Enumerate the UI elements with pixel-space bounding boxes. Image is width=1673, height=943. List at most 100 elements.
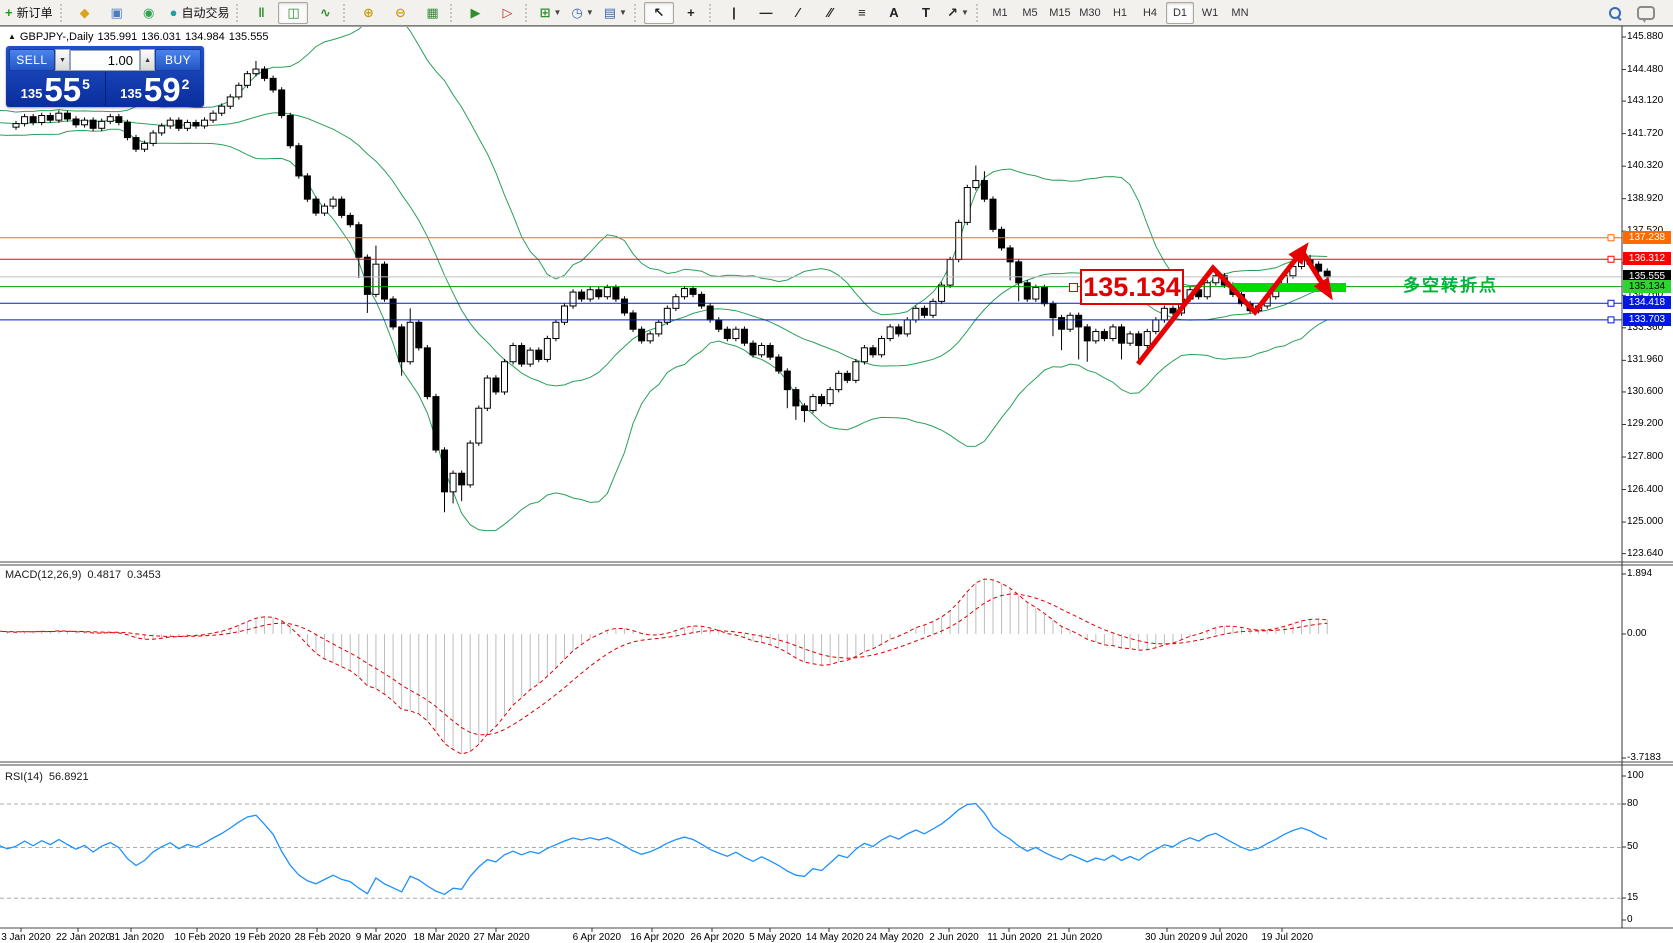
- time-axis-label[interactable]: 18 Mar 2020: [414, 932, 470, 943]
- candle-body: [699, 294, 705, 306]
- time-axis-label[interactable]: 26 Apr 2020: [690, 932, 744, 943]
- time-axis-label[interactable]: 14 May 2020: [806, 932, 864, 943]
- price-line-axis-label[interactable]: 136.312: [1623, 252, 1671, 265]
- price-axis-tick-label: 130.600: [1627, 386, 1663, 397]
- candle-body: [364, 257, 370, 294]
- candle-body: [801, 406, 807, 411]
- buy-button[interactable]: BUY: [155, 49, 201, 71]
- chart-canvas[interactable]: [0, 0, 1673, 943]
- candle-body: [150, 133, 156, 143]
- candle-body: [124, 122, 130, 137]
- candle-body: [973, 181, 979, 188]
- candle-body: [879, 339, 885, 355]
- time-axis-label[interactable]: 22 Jan 2020: [56, 932, 111, 943]
- candle-body: [956, 222, 962, 259]
- candle-body: [1204, 283, 1210, 297]
- candle-body: [827, 390, 833, 404]
- volume-increase-button[interactable]: ▲: [140, 49, 155, 71]
- candle-body: [1007, 248, 1013, 262]
- time-axis-label[interactable]: 19 Jul 2020: [1261, 932, 1313, 943]
- price-line-axis-label[interactable]: 137.238: [1623, 231, 1671, 244]
- line-drag-handle[interactable]: [1608, 317, 1614, 323]
- volume-decrease-button[interactable]: ▼: [55, 49, 70, 71]
- time-axis-label[interactable]: 27 Mar 2020: [474, 932, 530, 943]
- time-axis-label[interactable]: 10 Feb 2020: [175, 932, 231, 943]
- candle-body: [313, 199, 319, 213]
- candle-body: [836, 373, 842, 389]
- time-axis-label[interactable]: 9 Jul 2020: [1202, 932, 1248, 943]
- candle-body: [270, 78, 276, 90]
- candle-body: [73, 119, 79, 125]
- sell-price-point: 5: [82, 76, 90, 92]
- macd-axis-label: 1.894: [1627, 568, 1652, 579]
- time-axis-label[interactable]: 16 Apr 2020: [630, 932, 684, 943]
- turning-point-annotation[interactable]: 多空转折点: [1403, 271, 1498, 296]
- candle-body: [484, 378, 490, 408]
- candle-body: [467, 443, 473, 485]
- volume-input[interactable]: [70, 50, 140, 71]
- price-callout-label[interactable]: 135.134: [1080, 269, 1184, 305]
- one-click-trading-panel: SELL ▼ ▲ BUY 135 55 5 135 59 2: [6, 46, 204, 107]
- symbol-period-label: GBPJPY-,Daily: [20, 31, 94, 43]
- time-axis-label[interactable]: 28 Feb 2020: [295, 932, 351, 943]
- time-axis-label[interactable]: 21 Jun 2020: [1047, 932, 1102, 943]
- line-drag-handle[interactable]: [1608, 235, 1614, 241]
- candle-body: [621, 299, 627, 313]
- time-axis-label[interactable]: 19 Feb 2020: [235, 932, 291, 943]
- turning-zone-bar[interactable]: [1232, 283, 1346, 292]
- candle-body: [784, 371, 790, 390]
- time-axis-label[interactable]: 3 Jan 2020: [1, 932, 51, 943]
- candle-body: [544, 339, 550, 360]
- candle-body: [407, 322, 413, 361]
- time-axis-label[interactable]: 30 Jun 2020: [1145, 932, 1200, 943]
- price-line-axis-label[interactable]: 135.134: [1623, 280, 1671, 293]
- sell-price-quote[interactable]: 135 55 5: [6, 72, 106, 106]
- candle-body: [1024, 283, 1030, 299]
- candle-body: [296, 146, 302, 176]
- candle-body: [759, 345, 765, 354]
- macd-pane[interactable]: [0, 579, 1327, 754]
- candle-body: [887, 327, 893, 339]
- macd-axis-label: 0.00: [1627, 628, 1646, 639]
- candle-body: [493, 378, 499, 392]
- candle-body: [1076, 315, 1082, 327]
- sell-button[interactable]: SELL: [9, 49, 55, 71]
- candle-body: [1016, 262, 1022, 283]
- line-drag-handle[interactable]: [1608, 256, 1614, 262]
- candle-body: [382, 264, 388, 299]
- time-axis-label[interactable]: 2 Jun 2020: [929, 932, 979, 943]
- candle-body: [13, 124, 19, 127]
- candle-body: [99, 121, 105, 128]
- candle-body: [176, 120, 182, 128]
- buy-price-quote[interactable]: 135 59 2: [106, 72, 205, 106]
- candle-body: [1093, 332, 1099, 341]
- candle-body: [1170, 308, 1176, 313]
- macd-indicator-label: MACD(12,26,9)0.48170.3453: [5, 569, 167, 581]
- candle-body: [1299, 260, 1305, 267]
- time-axis-label[interactable]: 11 Jun 2020: [987, 932, 1041, 943]
- time-axis-label[interactable]: 24 May 2020: [866, 932, 924, 943]
- candle-body: [30, 117, 36, 123]
- time-axis-label[interactable]: 9 Mar 2020: [356, 932, 407, 943]
- candle-body: [107, 117, 113, 122]
- time-axis-label[interactable]: 5 May 2020: [749, 932, 801, 943]
- candle-body: [767, 345, 773, 357]
- candle-body: [810, 397, 816, 411]
- quote-low: 134.984: [185, 31, 225, 43]
- macd-signal-value: 0.3453: [127, 569, 161, 581]
- candle-body: [304, 176, 310, 199]
- collapse-panel-icon[interactable]: ▲: [8, 32, 16, 41]
- price-line-axis-label[interactable]: 133.703: [1623, 313, 1671, 326]
- candle-body: [1041, 287, 1047, 303]
- time-axis-label[interactable]: 6 Apr 2020: [573, 932, 621, 943]
- price-line-axis-label[interactable]: 134.418: [1623, 296, 1671, 309]
- price-callout-anchor-handle[interactable]: [1069, 283, 1078, 292]
- price-axis-tick-label: 138.920: [1627, 193, 1663, 204]
- rsi-pane[interactable]: [0, 804, 1622, 899]
- time-axis-label[interactable]: 31 Jan 2020: [109, 932, 164, 943]
- candle-body: [279, 90, 285, 116]
- candle-body: [219, 106, 225, 113]
- candle-body: [262, 69, 268, 78]
- line-drag-handle[interactable]: [1608, 300, 1614, 306]
- candle-body: [210, 113, 216, 120]
